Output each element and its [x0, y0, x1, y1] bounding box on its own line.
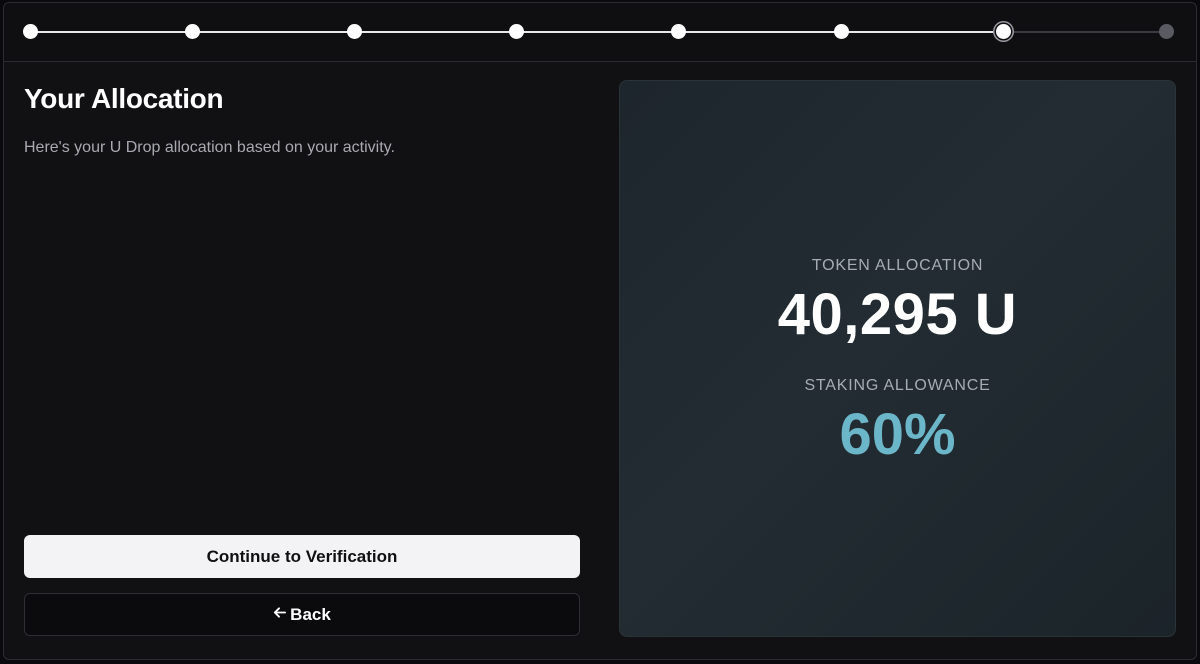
step-dot-6 [834, 24, 849, 39]
token-allocation-value: 40,295 U [777, 282, 1018, 347]
step-connector [193, 31, 355, 33]
allocation-summary-panel: TOKEN ALLOCATION 40,295 U STAKING ALLOWA… [619, 80, 1176, 637]
continue-to-verification-button[interactable]: Continue to Verification [24, 535, 580, 578]
step-connector [679, 31, 841, 33]
step-dot-7-current [996, 24, 1011, 39]
page-subtitle: Here's your U Drop allocation based on y… [24, 139, 395, 156]
step-connector-pending [1003, 31, 1167, 33]
step-dot-3 [347, 24, 362, 39]
step-connector [355, 31, 517, 33]
allocation-dialog: Your Allocation Here's your U Drop alloc… [3, 2, 1197, 660]
page-title: Your Allocation [24, 83, 224, 114]
step-dot-5 [671, 24, 686, 39]
progress-stepper [4, 3, 1196, 62]
step-dot-1 [23, 24, 38, 39]
step-connector [841, 31, 1003, 33]
step-dot-4 [509, 24, 524, 39]
back-button[interactable]: Back [24, 593, 580, 636]
step-dot-8-pending [1159, 24, 1174, 39]
back-button-label: Back [290, 604, 331, 624]
arrow-left-icon [273, 606, 287, 624]
step-connector [31, 31, 193, 33]
step-dot-2 [185, 24, 200, 39]
staking-allowance-value: 60% [839, 402, 956, 467]
token-allocation-label: TOKEN ALLOCATION [811, 257, 984, 274]
step-connector [517, 31, 679, 33]
staking-allowance-label: STAKING ALLOWANCE [804, 377, 991, 394]
